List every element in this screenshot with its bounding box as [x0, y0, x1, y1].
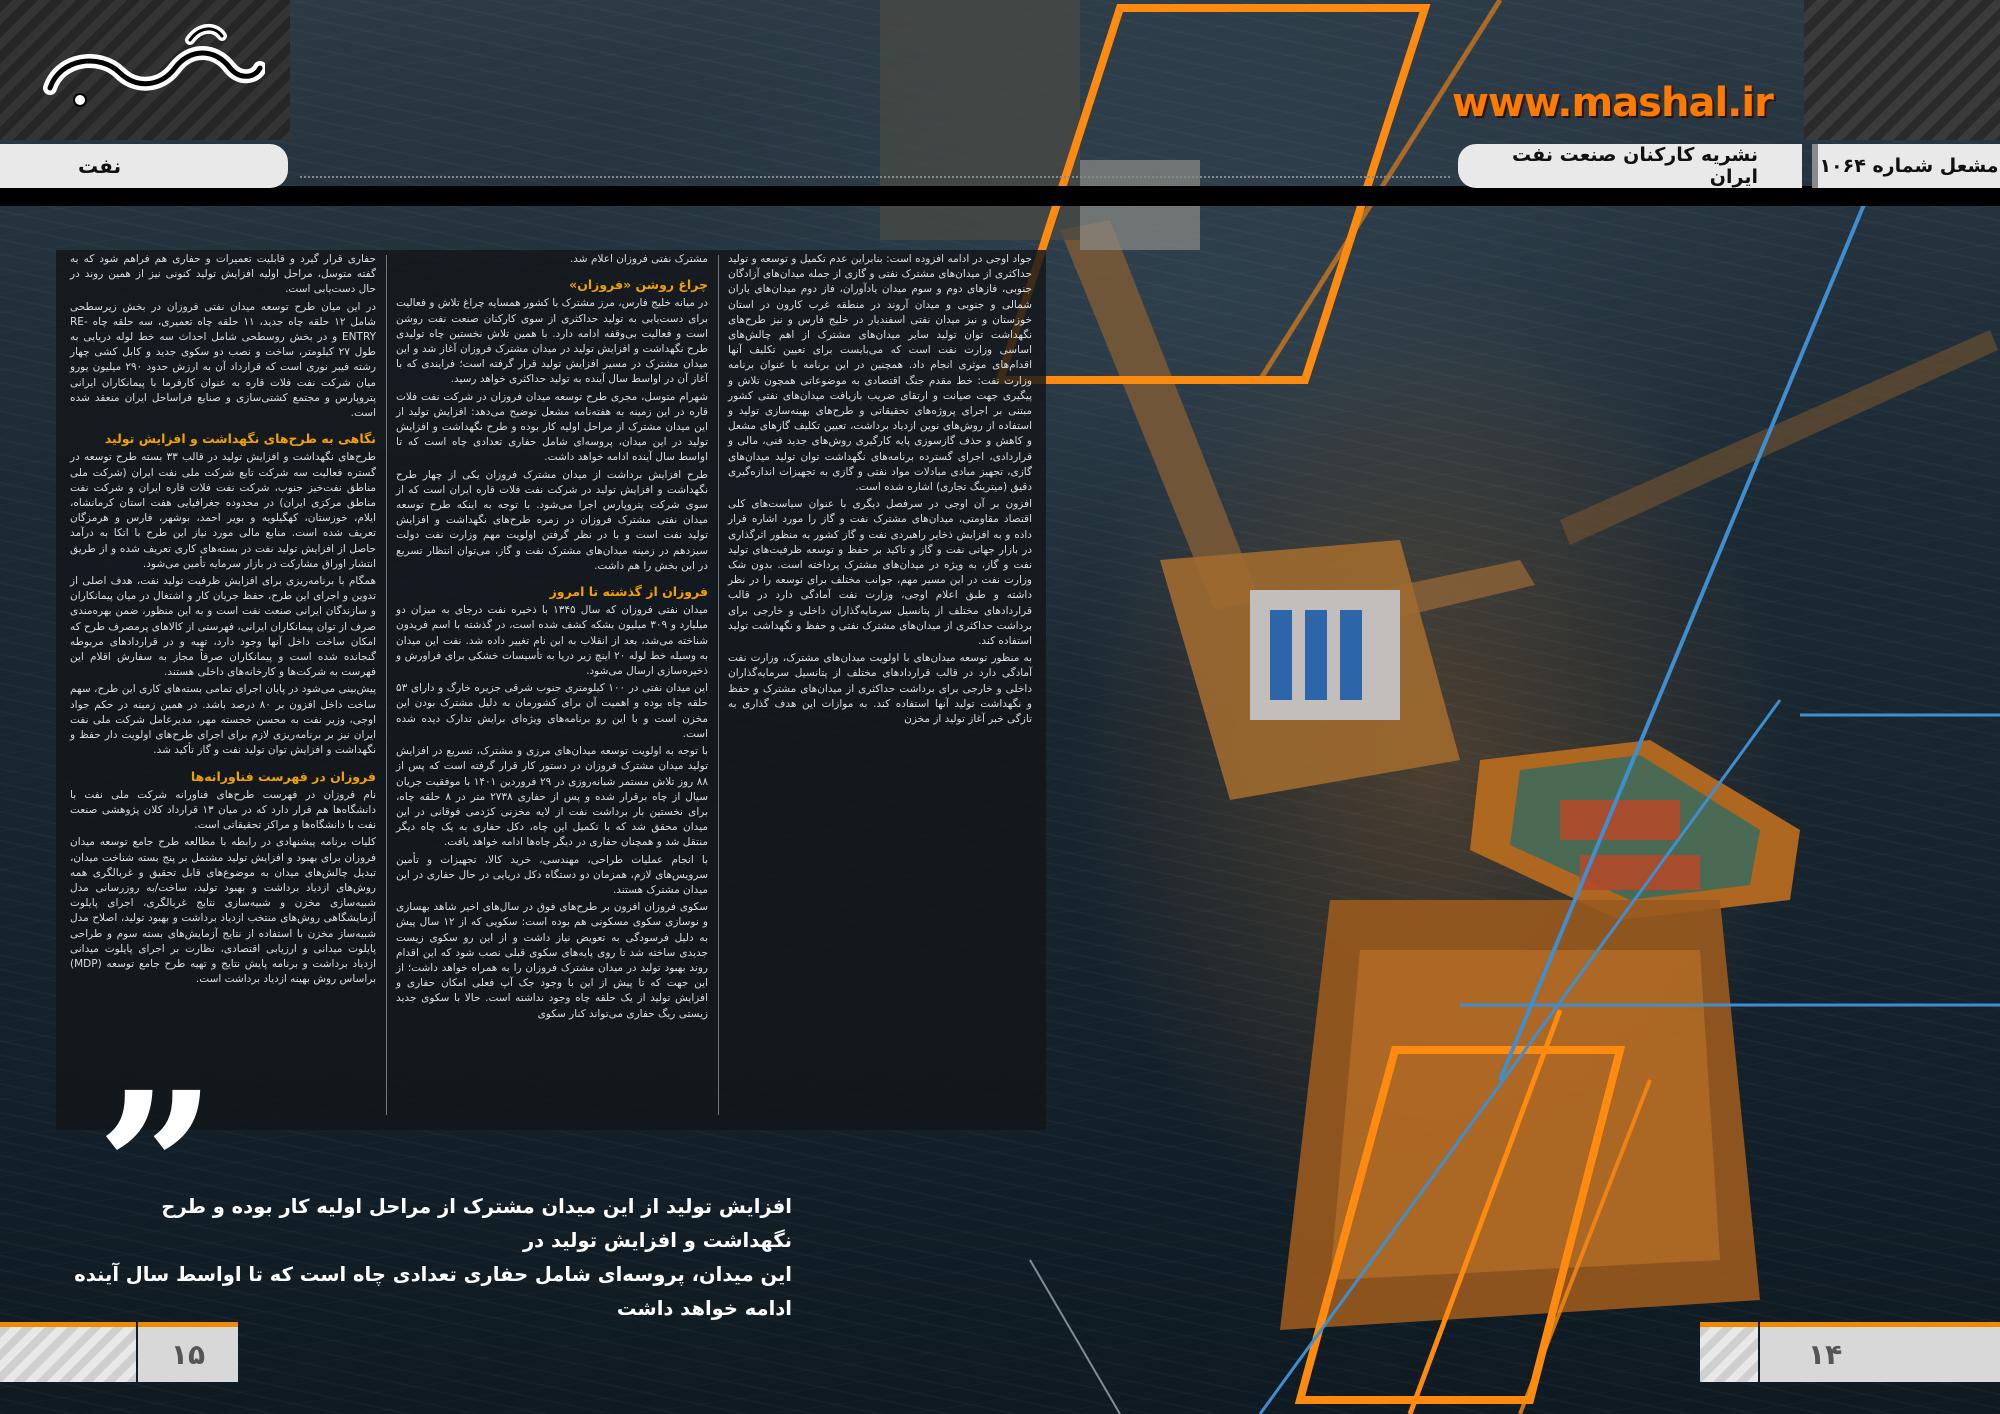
subheading: چراغ روشن «فروزان»	[569, 277, 708, 293]
header-dotted-line	[300, 176, 1450, 178]
paragraph: جواد اوجی در ادامه افزوده است: بنابراین …	[728, 253, 1032, 494]
column-divider	[718, 255, 719, 1115]
paragraph: این میدان نفتی در ۱۰۰ کیلومتری جنوب شرقی…	[396, 682, 708, 740]
pull-quote: افزایش تولید از این میدان مشترک از مراحل…	[72, 1190, 792, 1326]
paragraph: افزون بر آن اوجی در سرفصل دیگری با عنوان…	[728, 498, 1032, 648]
publication-title: نشریه کارکنان صنعت نفت ایران	[1458, 144, 1802, 188]
paragraph: به منظور توسعه میدان‌های با اولویت میدان…	[728, 652, 1032, 726]
article-column-left: حفاری قرار گیرد و قابلیت تعمیرات و حفاری…	[70, 252, 376, 989]
page-number-left: ۱۵	[138, 1322, 238, 1382]
footer-stripes-right	[1700, 1322, 1758, 1382]
subheading: نگاهی به طرح‌های نگهداشت و افزایش تولید	[104, 431, 376, 447]
paragraph: میدان نفتی فروزان که سال ۱۳۴۵ با ذخیره ن…	[396, 604, 708, 678]
paragraph: طرح‌های نگهداشت و افزایش تولید در قالب ۳…	[70, 451, 377, 570]
header-stripes-right	[1804, 0, 2000, 140]
subheading: فروزان از گذشته تا امروز	[549, 584, 708, 600]
header-rule	[0, 186, 2000, 206]
paragraph: حفاری قرار گیرد و قابلیت تعمیرات و حفاری…	[70, 253, 376, 296]
walkway-bridge	[1560, 330, 1998, 545]
article-column-middle: مشترک نفتی فروزان اعلام شد. چراغ روشن «ف…	[396, 252, 708, 1024]
page-number-right: ۱۴	[1760, 1322, 2000, 1382]
paragraph: در این میان طرح توسعه میدان نفتی فروزان …	[70, 300, 377, 420]
paragraph: همگام با برنامه‌ریزی برای افزایش ظرفیت ت…	[70, 575, 376, 679]
subheading: فروزان در فهرست فناورانه‌ها	[190, 768, 376, 784]
pull-quote-line: افزایش تولید از این میدان مشترک از مراحل…	[161, 1195, 792, 1252]
article-column-right: جواد اوجی در ادامه افزوده است: بنابراین …	[728, 252, 1032, 729]
container-block	[1305, 610, 1327, 700]
paragraph: سکوی فروزان افزون بر طرح‌های فوق در سال‌…	[396, 901, 708, 1020]
column-divider	[386, 255, 387, 1115]
mashal-logo	[43, 24, 265, 107]
paragraph: کلیات برنامه پیشنهادی در رابطه با مطالعه…	[70, 836, 376, 986]
paragraph: پیش‌بینی می‌شود در پایان اجرای تمامی بست…	[70, 683, 376, 757]
issue-number: مشعل شماره ۱۰۶۴	[1812, 144, 2000, 188]
paragraph: در میانه خلیج فارس، مرز مشترک با کشور هم…	[396, 297, 708, 386]
helideck-hut	[1560, 800, 1680, 840]
paragraph: شهرام متوسل، مجری طرح توسعه میدان فروزان…	[396, 390, 708, 464]
container-block	[1270, 610, 1292, 700]
platform-jacket	[1330, 950, 1720, 1280]
footer-stripes-left	[0, 1322, 136, 1382]
section-label: نفت	[0, 144, 288, 188]
site-url[interactable]: www.mashal.ir	[1452, 80, 1774, 126]
paragraph: مشترک نفتی فروزان اعلام شد.	[569, 253, 708, 265]
pull-quote-line: این میدان، پروسه‌ای شامل حفاری تعدادی چا…	[74, 1263, 792, 1320]
frame-white-line	[1029, 1259, 1121, 1414]
container-block	[1340, 610, 1362, 700]
paragraph: نام فروزان در فهرست طرح‌های فناورانه شرک…	[70, 788, 376, 832]
paragraph: با توجه به اولویت توسعه میدان‌های مرزی و…	[396, 745, 708, 849]
paragraph: با انجام عملیات طراحی، مهندسی، خرید کالا…	[396, 853, 708, 896]
helideck-hut	[1580, 855, 1700, 890]
walkway-bridge	[1060, 220, 1260, 610]
paragraph: طرح افزایش برداشت از میدان مشترک فروزان …	[396, 468, 708, 572]
